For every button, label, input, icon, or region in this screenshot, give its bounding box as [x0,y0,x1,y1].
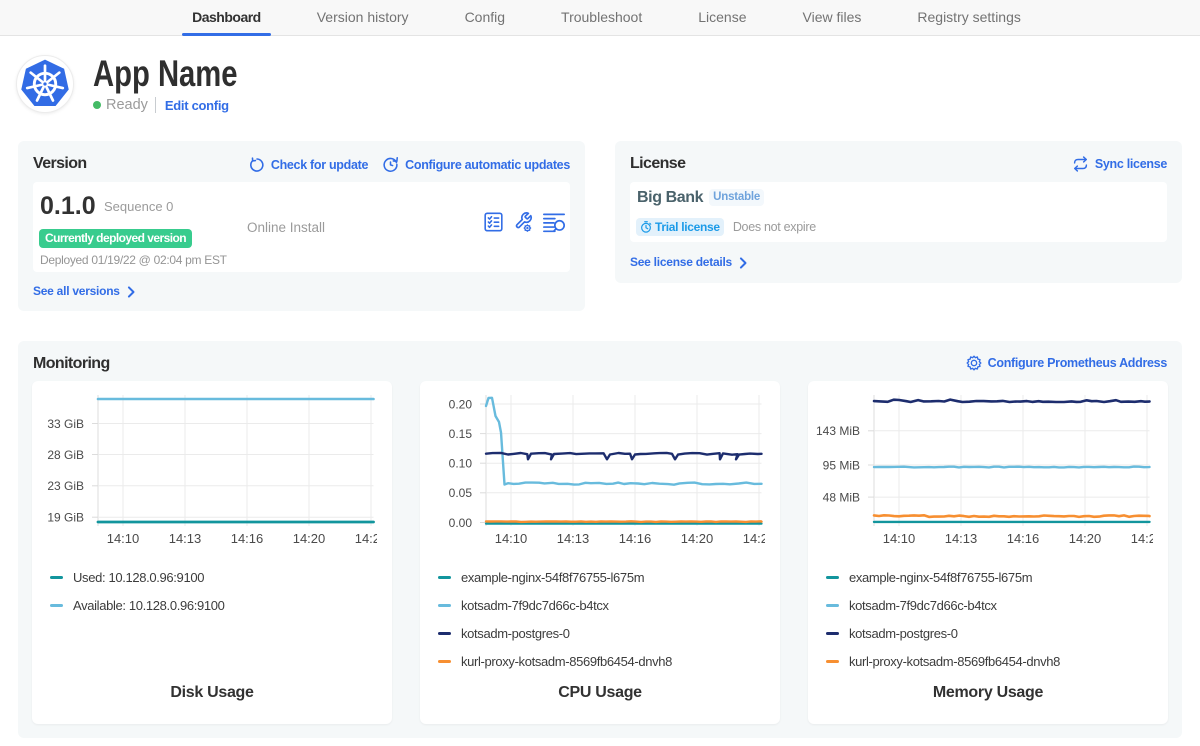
svg-text:0.20: 0.20 [449,397,473,411]
svg-text:14:20: 14:20 [293,531,326,546]
svg-text:14:10: 14:10 [495,531,528,546]
svg-text:0.15: 0.15 [449,427,473,441]
svg-text:14:10: 14:10 [883,531,916,546]
svg-text:14:20: 14:20 [1069,531,1102,546]
svg-text:0.00: 0.00 [449,516,473,530]
svg-text:14:20: 14:20 [681,531,714,546]
svg-text:14:10: 14:10 [107,531,140,546]
svg-text:95 MiB: 95 MiB [823,458,860,472]
svg-text:14:16: 14:16 [1007,531,1040,546]
svg-text:14:13: 14:13 [557,531,590,546]
svg-text:33 GiB: 33 GiB [47,417,84,431]
svg-text:19 GiB: 19 GiB [47,511,84,525]
svg-text:23 GiB: 23 GiB [47,479,84,493]
svg-text:143 MiB: 143 MiB [816,424,860,438]
svg-text:14:13: 14:13 [169,531,202,546]
svg-text:0.05: 0.05 [449,486,473,500]
svg-text:28 GiB: 28 GiB [47,448,84,462]
svg-text:14:23: 14:23 [743,531,765,546]
svg-text:14:13: 14:13 [945,531,978,546]
svg-text:14:16: 14:16 [231,531,264,546]
svg-text:0.10: 0.10 [449,457,473,471]
svg-text:14:23: 14:23 [1131,531,1153,546]
svg-text:48 MiB: 48 MiB [823,490,860,504]
svg-text:14:23: 14:23 [355,531,377,546]
svg-text:14:16: 14:16 [619,531,652,546]
